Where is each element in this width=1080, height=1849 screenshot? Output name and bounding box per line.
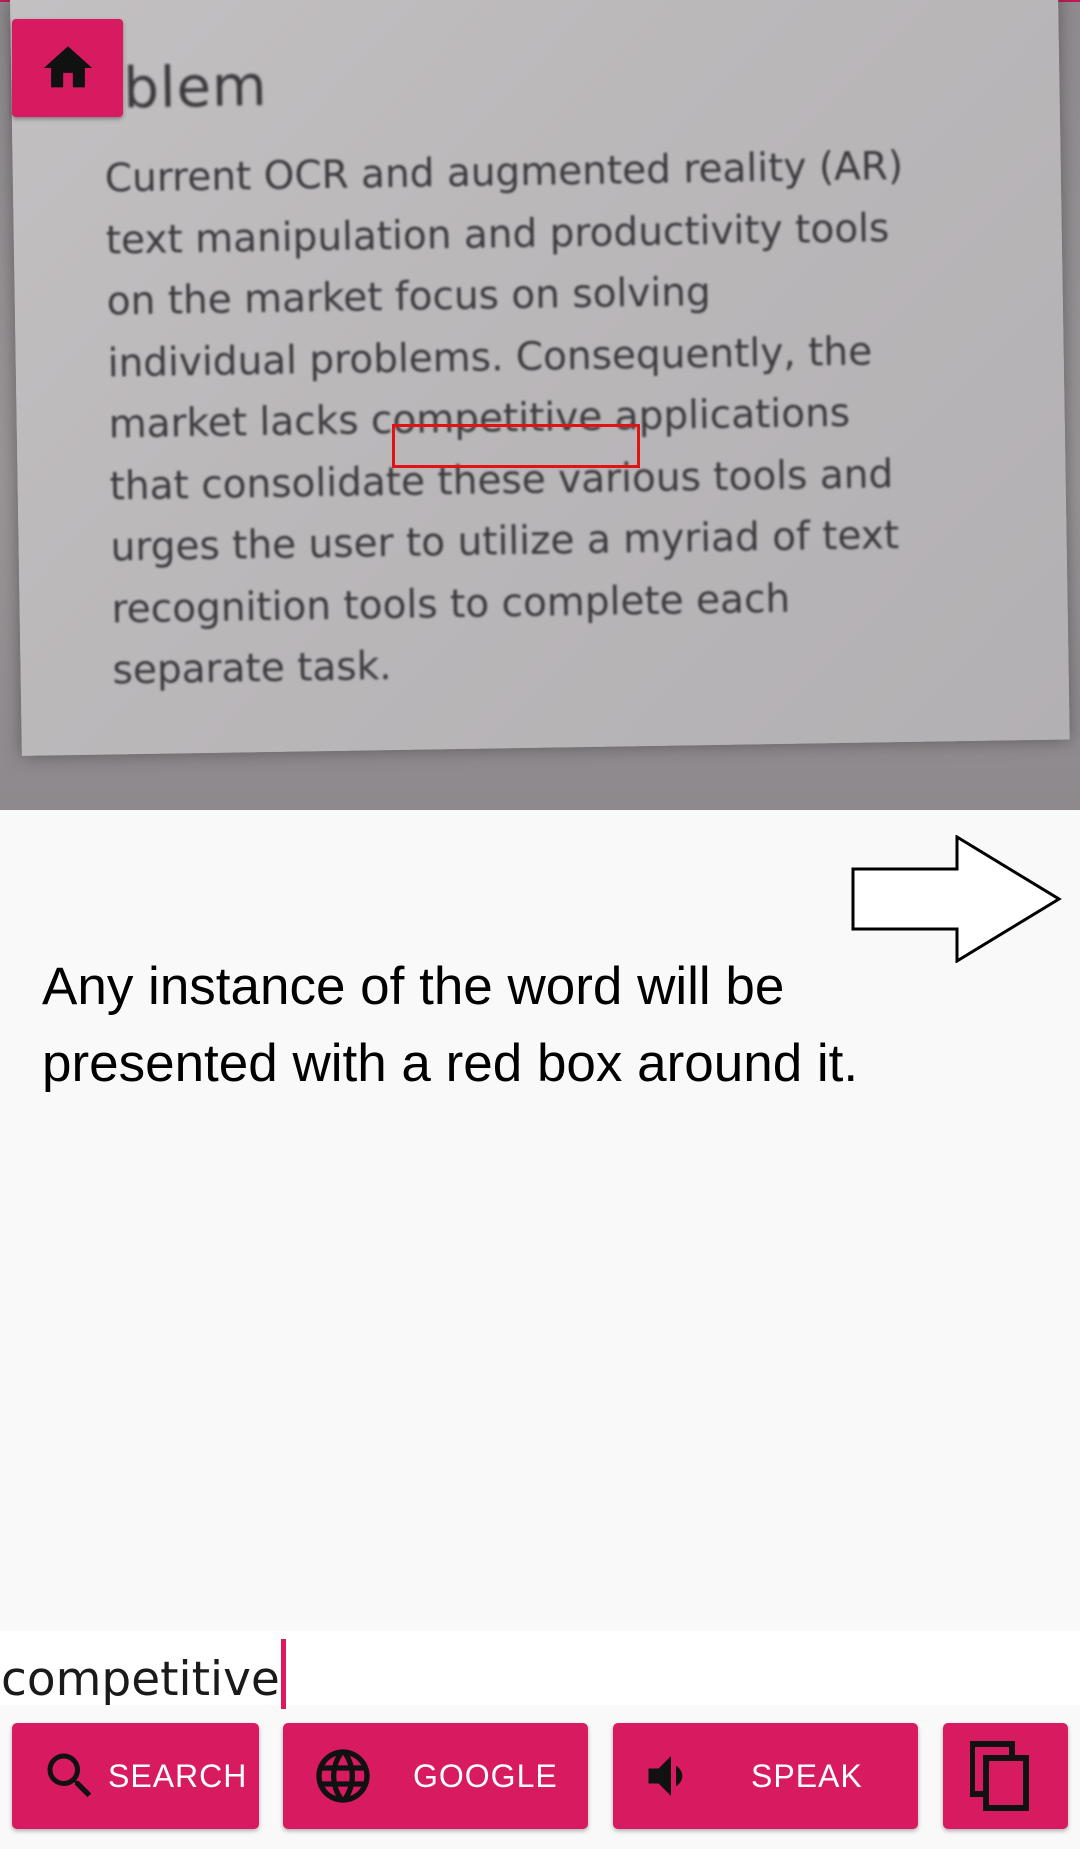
speak-button[interactable]: SPEAK (613, 1723, 918, 1829)
document-body: Current OCR and augmented reality (AR) t… (104, 134, 1053, 702)
annotation-text: Any instance of the word will be present… (42, 957, 859, 1093)
search-input[interactable]: competitive (0, 1631, 1080, 1709)
google-button-label: GOOGLE (413, 1757, 558, 1794)
search-button-label: SEARCH (108, 1757, 248, 1794)
search-button[interactable]: SEARCH (12, 1723, 259, 1829)
speak-button-label: SPEAK (751, 1757, 863, 1794)
copy-icon (970, 1741, 1029, 1811)
globe-icon (316, 1749, 370, 1803)
word-highlight-box[interactable] (392, 424, 640, 468)
scanned-document: blem Current OCR and augmented reality (… (10, 0, 1070, 756)
google-button[interactable]: GOOGLE (283, 1723, 588, 1829)
copy-button[interactable] (943, 1723, 1068, 1829)
text-cursor (280, 1639, 286, 1709)
document-title: blem (122, 53, 269, 122)
home-icon (43, 46, 92, 88)
right-arrow-icon (851, 835, 1062, 963)
search-icon (47, 1753, 92, 1798)
camera-preview[interactable]: blem Current OCR and augmented reality (… (0, 0, 1080, 810)
speaker-icon (648, 1756, 683, 1796)
home-button[interactable] (12, 19, 123, 117)
search-input-value: competitive (1, 1652, 280, 1707)
